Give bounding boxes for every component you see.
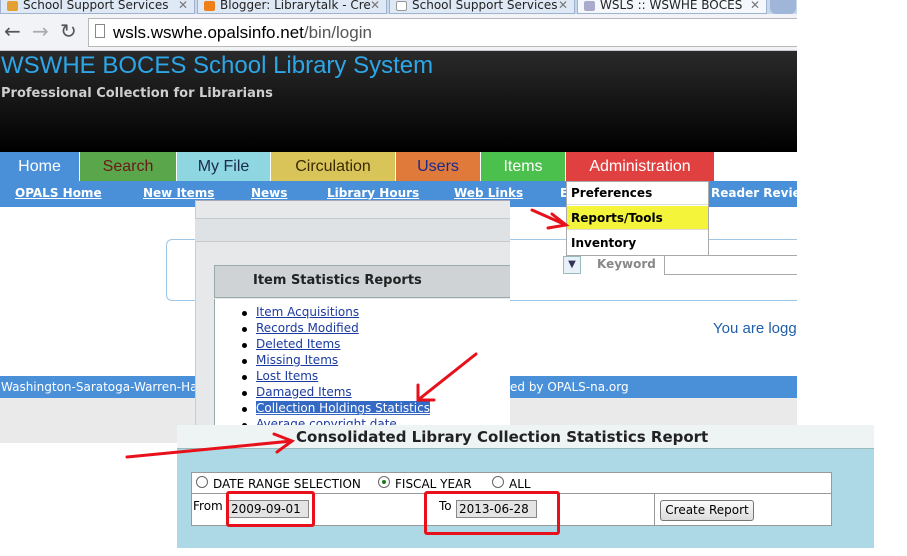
arrow-to-collection-holdings	[416, 352, 478, 402]
annotation-arrows	[125, 208, 570, 459]
arrow-to-report-title	[125, 439, 294, 459]
